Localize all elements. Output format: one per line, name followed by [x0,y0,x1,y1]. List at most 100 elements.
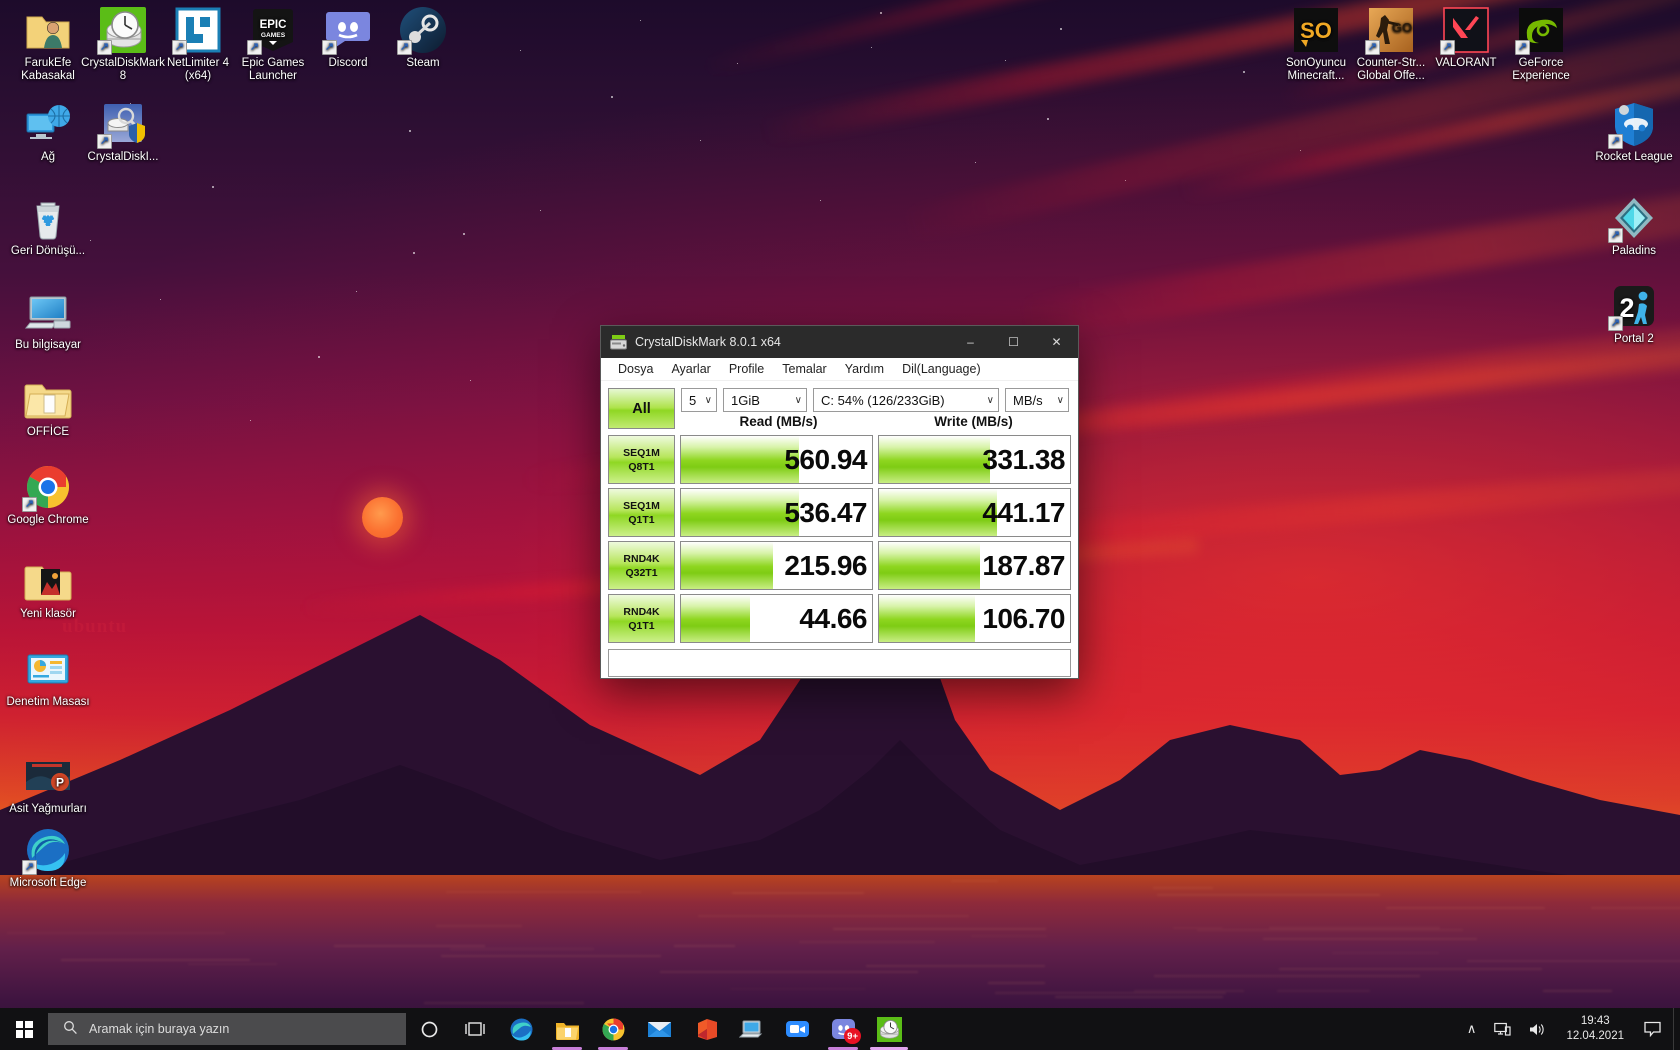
network-tray-icon[interactable] [1485,1008,1520,1050]
tray-chevron-up-icon[interactable]: ∧ [1458,1008,1486,1050]
desktop-icon-this-pc[interactable]: Bu bilgisayar [4,288,92,352]
controls-row: All 5 ∨ 1GiB ∨ C: 54% (126/233GiB) ∨ MB/… [608,388,1071,435]
desktop-icon-paladins[interactable]: Paladins [1590,194,1678,258]
clock[interactable]: 19:43 12.04.2021 [1556,1008,1634,1050]
task-view-icon [465,1020,485,1038]
maximize-button[interactable]: ☐ [992,326,1035,358]
taskbar-app-crystaldiskmark[interactable] [866,1008,912,1050]
cortana-button[interactable] [406,1008,452,1050]
desktop-icon-geforce-experience[interactable]: GeForce Experience [1497,6,1585,84]
taskbar-app-edge[interactable] [498,1008,544,1050]
desktop-icon-powerpoint-file[interactable]: P Asit Yağmurları [4,752,92,816]
minimize-button[interactable]: – [949,326,992,358]
crystaldiskmark-icon [610,334,627,351]
result-bar [681,489,799,536]
shortcut-overlay-icon [397,40,412,55]
crystaldiskmark-window[interactable]: CrystalDiskMark 8.0.1 x64 – ☐ ✕ Dosya Aya… [600,325,1079,679]
desktop-icon-folder-pictures[interactable]: Yeni klasör [4,557,92,621]
desktop-icon-label: Portal 2 [1590,333,1678,346]
desktop-icon-label: Steam [379,57,467,70]
desktop-icon-crystaldiskinfo[interactable]: CrystalDiskI... [79,100,167,164]
test-queue-label: Q1T1 [628,513,654,527]
benchmark-row: SEQ1M Q8T1 560.94 331.38 [608,435,1071,484]
menu-item-profile[interactable]: Profile [720,360,773,378]
show-desktop-button[interactable] [1673,1008,1680,1050]
search-placeholder-text: Aramak için buraya yazın [89,1022,229,1036]
result-bar [879,595,975,642]
desktop-icon-steam[interactable]: Steam [379,6,467,70]
benchmark-test-button[interactable]: RND4K Q32T1 [608,541,675,590]
system-tray[interactable]: ∧ 19:43 12.04.2021 [1458,1008,1680,1050]
window-controls[interactable]: – ☐ ✕ [949,326,1078,358]
result-bar [681,436,799,483]
benchmark-test-button[interactable]: SEQ1M Q8T1 [608,435,675,484]
svg-text:GAMES: GAMES [261,32,286,39]
edge-icon [24,826,72,874]
benchmark-test-button[interactable]: RND4K Q1T1 [608,594,675,643]
search-input[interactable]: Aramak için buraya yazın [48,1013,406,1045]
taskbar-app-office[interactable] [682,1008,728,1050]
geforce-experience-icon [1517,6,1565,54]
taskbar-app-mail[interactable] [636,1008,682,1050]
netlimiter-icon [174,6,222,54]
taskbar[interactable]: Aramak için buraya yazın 9+ ∧ 19:43 12.0… [0,1008,1680,1050]
read-column-header: Read (MB/s) [681,413,876,432]
result-value: 187.87 [982,550,1070,582]
test-count-select[interactable]: 5 ∨ [681,388,717,412]
chevron-down-icon: ∨ [697,395,712,406]
discord-icon [324,6,372,54]
window-titlebar[interactable]: CrystalDiskMark 8.0.1 x64 – ☐ ✕ [601,326,1078,358]
result-bar [879,436,990,483]
desktop-icon-chrome[interactable]: Google Chrome [4,463,92,527]
drive-select[interactable]: C: 54% (126/233GiB) ∨ [813,388,999,412]
desktop-icon-control-panel[interactable]: Denetim Masası [4,645,92,709]
desktop-icon-folder[interactable]: OFFİCE [4,375,92,439]
desktop-icon-portal2[interactable]: 2 Portal 2 [1590,282,1678,346]
desktop-icon-label: Bu bilgisayar [4,339,92,352]
unit-select[interactable]: MB/s ∨ [1005,388,1069,412]
menu-item-dil-language[interactable]: Dil(Language) [893,360,990,378]
test-size-select[interactable]: 1GiB ∨ [723,388,807,412]
test-type-label: RND4K [623,605,659,619]
desktop-icon-rocket-league[interactable]: Rocket League [1590,100,1678,164]
shortcut-overlay-icon [1515,40,1530,55]
desktop-icon-label: Geri Dönüşü... [4,245,92,258]
menu-item-temalar[interactable]: Temalar [773,360,835,378]
result-value: 331.38 [982,444,1070,476]
write-result-cell: 106.70 [878,594,1071,643]
portal2-icon: 2 [1610,282,1658,330]
paladins-icon [1610,194,1658,242]
taskbar-app-remote-desktop[interactable] [728,1008,774,1050]
shortcut-overlay-icon [247,40,262,55]
desktop-icon-label: OFFİCE [4,426,92,439]
crystaldiskinfo-icon [99,100,147,148]
close-button[interactable]: ✕ [1035,326,1078,358]
task-view-button[interactable] [452,1008,498,1050]
start-button[interactable] [0,1008,48,1050]
svg-text:EPIC: EPIC [260,19,287,31]
taskbar-app-discord[interactable]: 9+ [820,1008,866,1050]
read-result-cell: 44.66 [680,594,873,643]
test-queue-label: Q32T1 [625,566,657,580]
remote-desktop-icon [739,1017,764,1042]
menu-item-ayarlar[interactable]: Ayarlar [662,360,719,378]
all-button[interactable]: All [608,388,675,429]
write-result-cell: 441.17 [878,488,1071,537]
read-result-cell: 215.96 [680,541,873,590]
menu-bar[interactable]: Dosya Ayarlar Profile Temalar Yardım Dil(Lang… [601,358,1078,381]
taskbar-app-file-explorer[interactable] [544,1008,590,1050]
menu-item-dosya[interactable]: Dosya [609,360,662,378]
volume-tray-icon[interactable] [1520,1008,1556,1050]
desktop-icon-label: Paladins [1590,245,1678,258]
taskbar-app-chrome[interactable] [590,1008,636,1050]
benchmark-test-button[interactable]: SEQ1M Q1T1 [608,488,675,537]
taskbar-app-zoom[interactable] [774,1008,820,1050]
action-center-button[interactable] [1634,1008,1673,1050]
desktop-icon-label: Asit Yağmurları [4,803,92,816]
menu-item-yard-m[interactable]: Yardım [836,360,893,378]
desktop-icon-label: Google Chrome [4,514,92,527]
clock-date: 12.04.2021 [1566,1029,1624,1044]
desktop-icon-recycle-bin[interactable]: Geri Dönüşü... [4,194,92,258]
shortcut-overlay-icon [22,497,37,512]
desktop-icon-edge[interactable]: Microsoft Edge [4,826,92,890]
